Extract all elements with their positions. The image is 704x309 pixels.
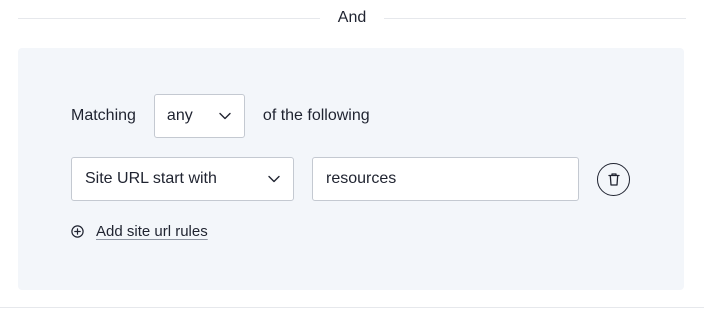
rule-group-editor: And Matching any of the following Site U…: [0, 0, 704, 309]
site-url-rule-row: Site URL start with: [71, 157, 630, 201]
match-mode-select[interactable]: any: [153, 93, 245, 138]
delete-rule-button[interactable]: [597, 162, 630, 196]
plus-circle-icon: [71, 225, 84, 238]
rule-type-value: Site URL start with: [85, 170, 217, 187]
chevron-down-icon: [218, 109, 232, 123]
add-site-url-rules-link[interactable]: Add site url rules: [96, 223, 208, 240]
and-divider-label: And: [337, 9, 367, 26]
chevron-down-icon: [267, 172, 281, 186]
and-divider: And: [18, 0, 686, 36]
matching-suffix: of the following: [262, 106, 370, 124]
rule-value-input[interactable]: [312, 157, 579, 201]
add-site-url-rule[interactable]: Add site url rules: [71, 223, 208, 240]
bottom-divider: [0, 307, 704, 308]
matching-row: Matching any of the following: [71, 93, 370, 138]
rule-type-select[interactable]: Site URL start with: [71, 157, 294, 201]
matching-label: Matching: [71, 106, 136, 124]
match-mode-value: any: [166, 106, 193, 124]
trash-icon: [607, 172, 621, 187]
divider-line-left: [18, 17, 320, 19]
rules-panel: Matching any of the following Site URL s…: [18, 48, 684, 290]
divider-line-right: [384, 17, 686, 19]
